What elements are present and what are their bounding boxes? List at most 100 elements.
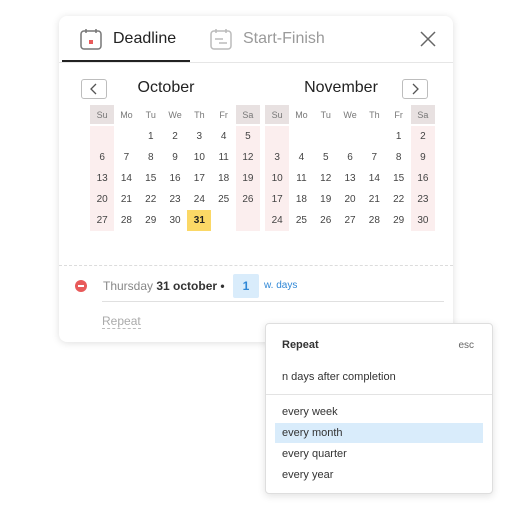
- day-cell[interactable]: 9: [410, 147, 436, 168]
- empty-day-cell: [211, 210, 235, 231]
- empty-day-cell: [338, 126, 362, 147]
- close-icon[interactable]: [417, 28, 439, 50]
- day-cell[interactable]: 10: [265, 168, 290, 189]
- day-cell[interactable]: 15: [386, 168, 410, 189]
- empty-day-cell: [289, 126, 313, 147]
- tab-deadline[interactable]: Deadline: [79, 16, 176, 62]
- tab-start-finish[interactable]: Start-Finish: [209, 16, 325, 62]
- day-cell[interactable]: 23: [410, 189, 436, 210]
- day-cell[interactable]: 30: [163, 210, 187, 231]
- next-month-button[interactable]: [402, 79, 428, 99]
- day-cell[interactable]: 28: [114, 210, 138, 231]
- repeat-option-week[interactable]: every week: [275, 402, 483, 422]
- day-cell[interactable]: 20: [338, 189, 362, 210]
- repeat-option-year[interactable]: every year: [275, 465, 483, 485]
- remove-deadline-icon[interactable]: [75, 280, 87, 292]
- day-cell[interactable]: 19: [314, 189, 338, 210]
- weekday-header: Sa: [235, 105, 261, 124]
- days-grid-november: Su Mo Tu We Th Fr Sa 1 2 3 4 5 6 7 8 9 10 11 12 13 14 15 16 17 1…: [265, 105, 436, 231]
- day-cell[interactable]: 26: [235, 189, 261, 210]
- tab-start-finish-label: Start-Finish: [243, 30, 325, 47]
- day-cell[interactable]: 24: [187, 189, 211, 210]
- chevron-right-icon: [412, 83, 419, 95]
- offset-value-input[interactable]: 1: [233, 274, 259, 298]
- day-cell[interactable]: 27: [338, 210, 362, 231]
- day-cell[interactable]: 16: [163, 168, 187, 189]
- day-cell[interactable]: 8: [139, 147, 163, 168]
- day-cell[interactable]: 5: [314, 147, 338, 168]
- deadline-weekday: Thursday: [103, 279, 154, 293]
- days-grid-october: Su Mo Tu We Th Fr Sa 1 2 3 4 5 6 7 8 9 10 11 12 13 14 15 16 17 1…: [90, 105, 261, 231]
- day-cell[interactable]: 1: [139, 126, 163, 147]
- day-cell[interactable]: 16: [410, 168, 436, 189]
- active-tab-indicator: [62, 60, 190, 62]
- day-cell[interactable]: 11: [211, 147, 235, 168]
- day-cell[interactable]: 1: [386, 126, 410, 147]
- day-cell[interactable]: 4: [289, 147, 313, 168]
- day-cell[interactable]: 18: [211, 168, 235, 189]
- deadline-bullet: •: [220, 279, 225, 293]
- day-cell[interactable]: 7: [114, 147, 138, 168]
- day-cell[interactable]: 15: [139, 168, 163, 189]
- day-cell[interactable]: 6: [338, 147, 362, 168]
- day-cell[interactable]: 28: [362, 210, 386, 231]
- day-cell[interactable]: 21: [114, 189, 138, 210]
- day-cell[interactable]: 29: [386, 210, 410, 231]
- day-cell[interactable]: 22: [386, 189, 410, 210]
- day-cell[interactable]: 26: [314, 210, 338, 231]
- day-cell[interactable]: 18: [289, 189, 313, 210]
- day-cell[interactable]: 2: [163, 126, 187, 147]
- day-cell[interactable]: 25: [211, 189, 235, 210]
- day-cell[interactable]: 21: [362, 189, 386, 210]
- weekday-header: Tu: [145, 109, 156, 120]
- day-cell[interactable]: 12: [314, 168, 338, 189]
- day-cell[interactable]: 30: [410, 210, 436, 231]
- after-completion-option[interactable]: n days after completion: [282, 371, 396, 383]
- day-cell[interactable]: 17: [265, 189, 290, 210]
- offset-unit-link[interactable]: w. days: [264, 280, 297, 291]
- day-cell[interactable]: 13: [90, 168, 115, 189]
- day-cell[interactable]: 14: [114, 168, 138, 189]
- empty-day-cell: [362, 126, 386, 147]
- day-cell[interactable]: 4: [211, 126, 235, 147]
- tab-deadline-label: Deadline: [113, 30, 177, 47]
- day-cell[interactable]: 9: [163, 147, 187, 168]
- day-cell[interactable]: 11: [289, 168, 313, 189]
- calendar-deadline-icon: [79, 27, 103, 51]
- weekday-header: Sa: [410, 105, 436, 124]
- day-cell[interactable]: 22: [139, 189, 163, 210]
- day-cell[interactable]: 3: [265, 147, 290, 168]
- day-cell[interactable]: 27: [90, 210, 115, 231]
- day-cell[interactable]: 13: [338, 168, 362, 189]
- day-cell[interactable]: 3: [187, 126, 211, 147]
- day-cell[interactable]: 17: [187, 168, 211, 189]
- deadline-row: Thursday 31 october • 1 w. days: [59, 274, 453, 298]
- day-cell[interactable]: 20: [90, 189, 115, 210]
- day-cell[interactable]: 19: [235, 168, 261, 189]
- day-cell[interactable]: 10: [187, 147, 211, 168]
- day-cell[interactable]: 5: [235, 126, 261, 147]
- weekday-header: Th: [194, 109, 205, 120]
- day-cell[interactable]: 23: [163, 189, 187, 210]
- repeat-popup-title: Repeat: [282, 339, 319, 351]
- repeat-option-quarter[interactable]: every quarter: [275, 444, 483, 464]
- month-title-right: November: [304, 79, 378, 96]
- row-underline: [102, 301, 444, 302]
- day-cell[interactable]: 6: [90, 147, 115, 168]
- repeat-option-month[interactable]: every month: [275, 423, 483, 443]
- repeat-link[interactable]: Repeat: [102, 314, 141, 329]
- day-cell[interactable]: 25: [289, 210, 313, 231]
- weekday-header: Mo: [120, 109, 133, 120]
- repeat-popup: Repeat esc n days after completion every…: [265, 323, 493, 494]
- day-cell[interactable]: 24: [265, 210, 290, 231]
- selected-day-cell[interactable]: 31: [187, 210, 212, 231]
- day-cell[interactable]: 2: [410, 126, 436, 147]
- day-cell[interactable]: 8: [386, 147, 410, 168]
- weekday-header: Tu: [320, 109, 331, 120]
- escape-button[interactable]: esc: [458, 340, 474, 351]
- day-cell[interactable]: 12: [235, 147, 261, 168]
- day-cell[interactable]: 7: [362, 147, 386, 168]
- day-cell[interactable]: 14: [362, 168, 386, 189]
- day-cell[interactable]: 29: [139, 210, 163, 231]
- weekday-header: Th: [369, 109, 380, 120]
